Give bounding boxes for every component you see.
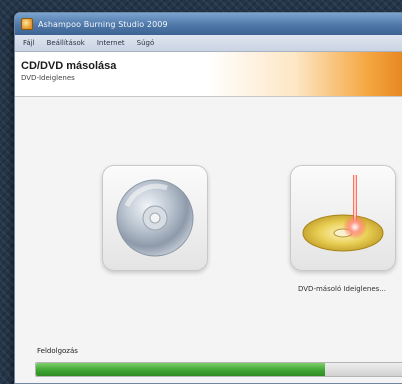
progress-fill: [36, 363, 325, 376]
app-icon: [21, 18, 33, 30]
menu-bar: Fájl Beállítások Internet Súgó: [15, 35, 402, 52]
page-header: CD/DVD másolása DVD-Ideiglenes: [15, 52, 402, 97]
target-disc-tile[interactable]: [290, 165, 396, 271]
menu-item-file[interactable]: Fájl: [23, 39, 35, 47]
window-title: Ashampoo Burning Studio 2009: [38, 19, 168, 29]
menu-item-internet[interactable]: Internet: [97, 39, 125, 47]
cd-disc-icon: [116, 179, 194, 257]
source-disc-tile[interactable]: [102, 165, 208, 271]
page-title: CD/DVD másolása: [21, 60, 117, 72]
title-bar[interactable]: Ashampoo Burning Studio 2009: [15, 13, 402, 35]
menu-item-settings[interactable]: Beállítások: [47, 39, 85, 47]
menu-item-help[interactable]: Súgó: [137, 39, 155, 47]
progress-label: Feldolgozás: [37, 347, 78, 355]
main-content: DVD-másoló Ideiglenes... Feldolgozás: [15, 97, 402, 383]
target-disc-label: DVD-másoló Ideiglenes...: [298, 285, 386, 293]
dvd-burn-icon: [302, 175, 384, 252]
page-subtitle: DVD-Ideiglenes: [21, 74, 75, 82]
app-window: Ashampoo Burning Studio 2009 Fájl Beállí…: [14, 12, 402, 384]
